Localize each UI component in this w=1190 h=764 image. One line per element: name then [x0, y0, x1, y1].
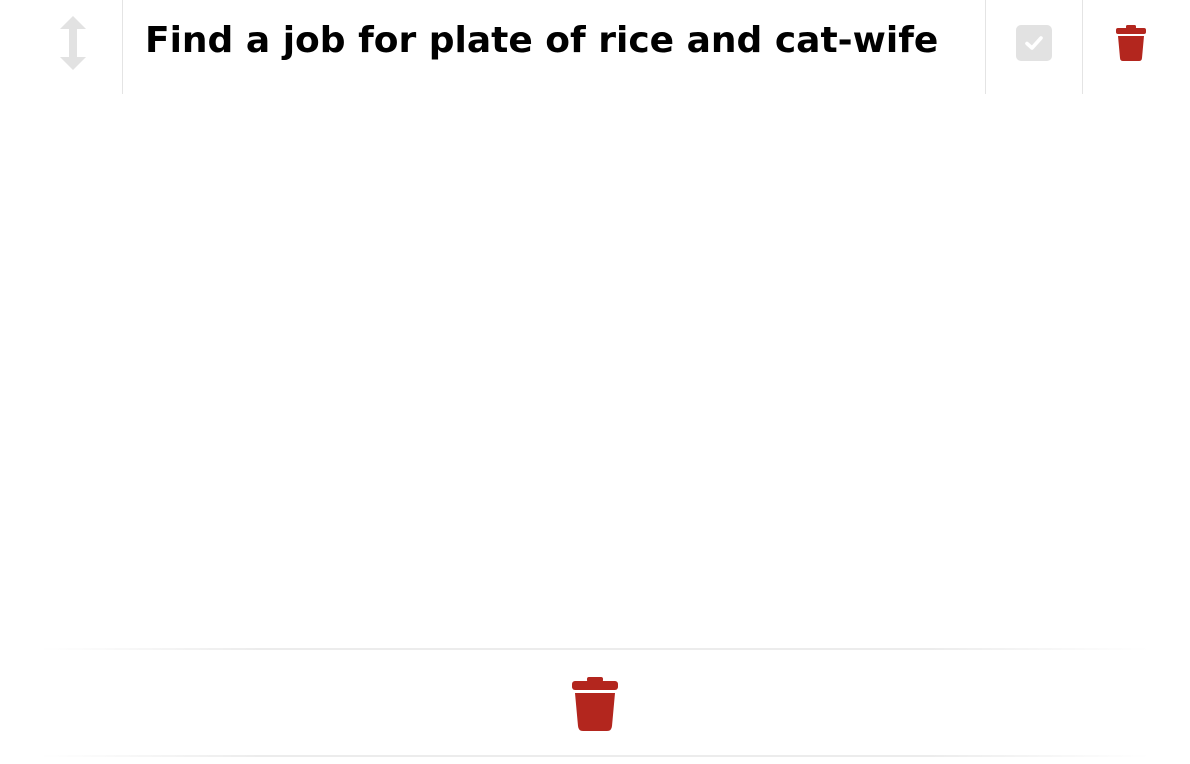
clear-completed-button[interactable]	[555, 664, 635, 744]
up-down-arrows-icon	[59, 16, 86, 70]
task-text-cell[interactable]: Find a job for plate of rice and cat-wif…	[123, 0, 985, 94]
checkbox[interactable]	[1016, 25, 1052, 61]
complete-toggle[interactable]	[986, 0, 1082, 94]
trash-icon	[572, 676, 618, 731]
footer	[0, 648, 1190, 757]
task-row: Find a job for plate of rice and cat-wif…	[0, 0, 1190, 94]
delete-task-button[interactable]	[1083, 0, 1179, 94]
check-icon	[1025, 36, 1043, 50]
footer-divider	[40, 755, 1150, 757]
drag-handle[interactable]	[23, 0, 122, 94]
task-text: Find a job for plate of rice and cat-wif…	[145, 20, 939, 61]
footer-divider	[40, 648, 1150, 650]
trash-icon	[1116, 25, 1146, 61]
